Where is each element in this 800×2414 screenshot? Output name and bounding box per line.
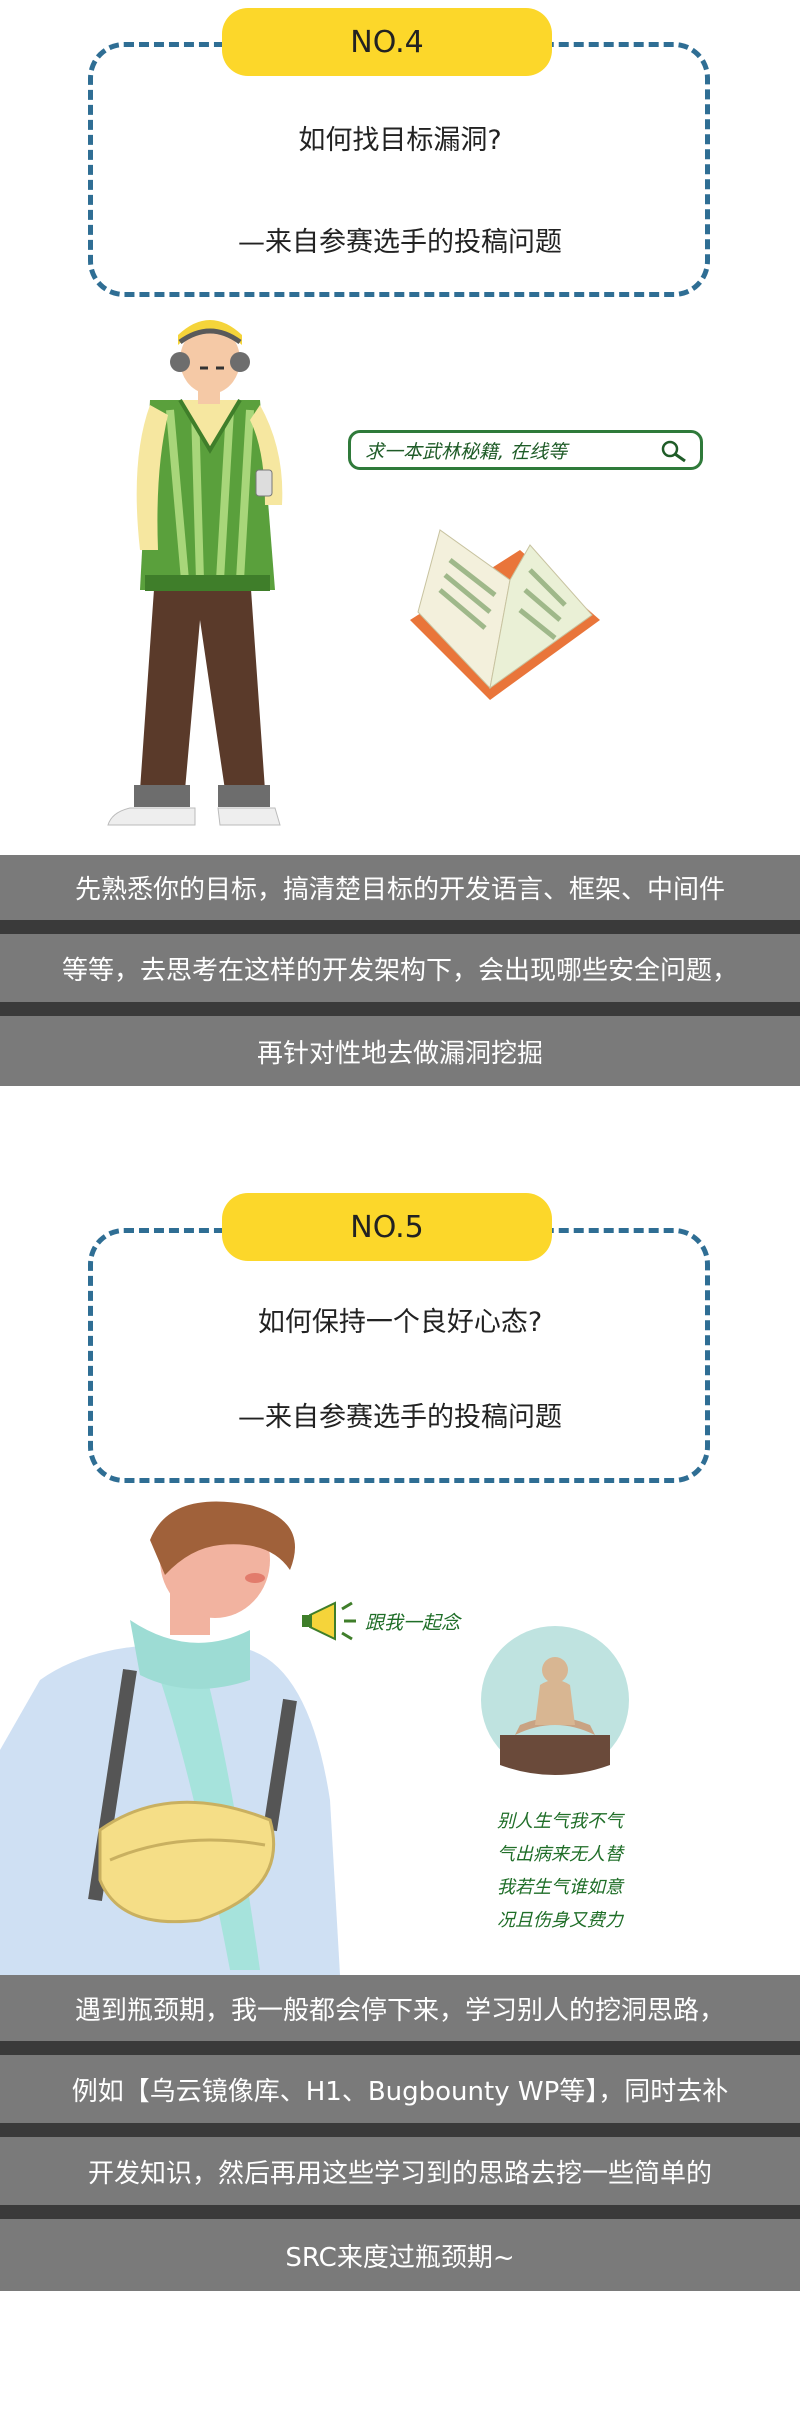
boy-illustration bbox=[0, 1501, 340, 1975]
question-source-5: —来自参赛选手的投稿问题 bbox=[238, 1402, 562, 1433]
band-divider bbox=[0, 2205, 800, 2219]
question-source-4: —来自参赛选手的投稿问题 bbox=[238, 227, 562, 258]
band-divider bbox=[0, 2041, 800, 2055]
band-divider bbox=[0, 920, 800, 934]
question-card-5 bbox=[88, 1228, 710, 1483]
tip-band-5-3: 开发知识，然后再用这些学习到的思路去挖一些简单的 bbox=[0, 2137, 800, 2205]
question-text-4: 如何找目标漏洞? bbox=[298, 125, 502, 156]
search-bubble: 求一本武林秘籍, 在线等 bbox=[348, 430, 703, 470]
tip-band-4-1: 先熟悉你的目标，搞清楚目标的开发语言、框架、中间件 bbox=[0, 855, 800, 920]
section-tag-5: NO.5 bbox=[222, 1193, 552, 1261]
tip-band-5-1: 遇到瓶颈期，我一般都会停下来，学习别人的挖洞思路， bbox=[0, 1975, 800, 2041]
band-divider bbox=[0, 2123, 800, 2137]
section-tag-4: NO.4 bbox=[222, 8, 552, 76]
calm-poem: 别人生气我不气 气出病来无人替 我若生气谁如意 况且伤身又费力 bbox=[440, 1805, 680, 1937]
tip-band-4-2: 等等，去思考在这样的开发架构下，会出现哪些安全问题， bbox=[0, 934, 800, 1002]
poem-line: 我若生气谁如意 bbox=[497, 1877, 623, 1898]
poem-line: 别人生气我不气 bbox=[497, 1811, 623, 1832]
student-illustration bbox=[107, 320, 283, 826]
cheer-text: 跟我一起念 bbox=[365, 1612, 461, 1634]
tip-band-4-3: 再针对性地去做漏洞挖掘 bbox=[0, 1016, 800, 1086]
tip-band-5-2: 例如【乌云镜像库、H1、Bugbounty WP等】，同时去补 bbox=[0, 2055, 800, 2123]
search-bubble-text: 求一本武林秘籍, 在线等 bbox=[365, 440, 568, 463]
question-text-5: 如何保持一个良好心态? bbox=[257, 1307, 543, 1338]
poem-line: 气出病来无人替 bbox=[497, 1844, 623, 1865]
open-book-illustration bbox=[410, 529, 600, 700]
search-icon bbox=[661, 440, 686, 463]
band-divider bbox=[0, 1002, 800, 1016]
buddha-illustration bbox=[481, 1626, 629, 1775]
tip-band-5-4: SRC来度过瓶颈期~ bbox=[0, 2219, 800, 2291]
poem-line: 况且伤身又费力 bbox=[497, 1910, 623, 1931]
megaphone-icon bbox=[302, 1601, 356, 1641]
